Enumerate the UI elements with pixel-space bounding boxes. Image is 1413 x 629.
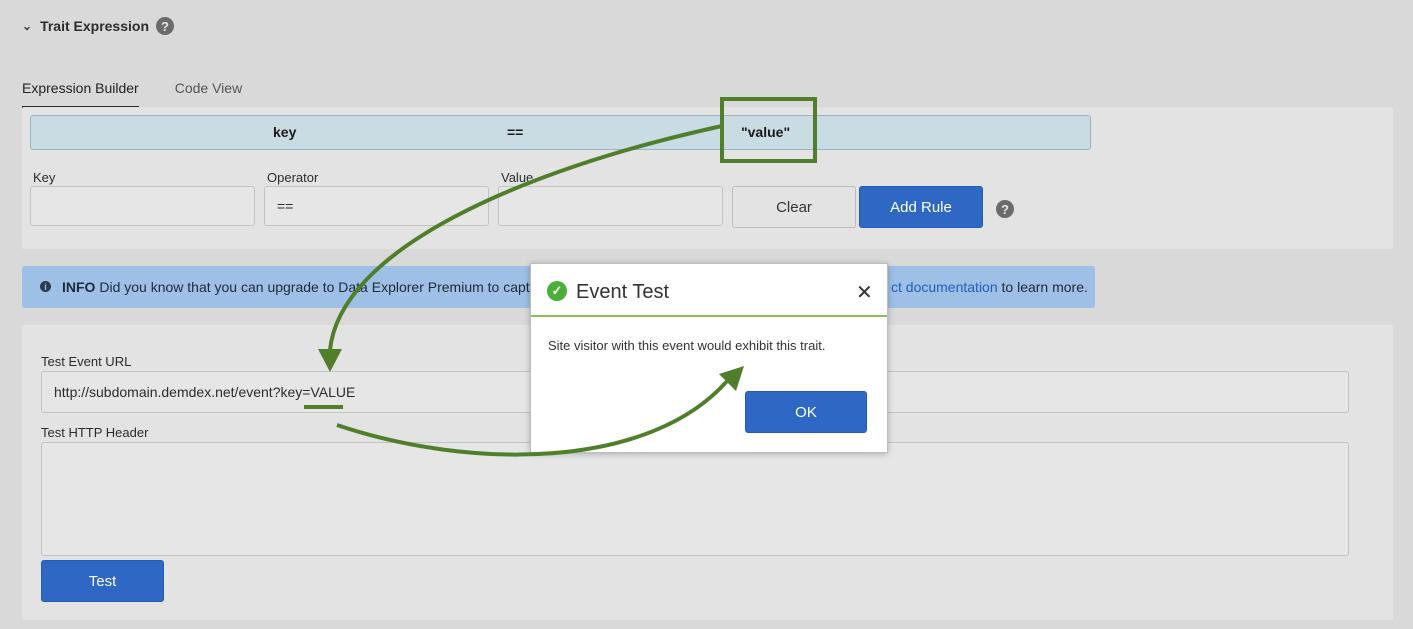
info-tail-text: to learn more.: [1001, 279, 1088, 295]
event-test-dialog: ✓ Event Test ✕ Site visitor with this ev…: [530, 263, 888, 453]
operator-selected-value: ==: [277, 198, 294, 214]
test-url-label: Test Event URL: [41, 354, 132, 369]
tab-code-view[interactable]: Code View: [175, 78, 242, 108]
expression-key: key: [273, 124, 297, 140]
ok-button[interactable]: OK: [745, 391, 867, 433]
page: ⌄ Trait Expression ? Expression Builder …: [0, 0, 1413, 629]
section-header[interactable]: ⌄ Trait Expression: [22, 15, 149, 37]
expression-builder-panel: key == "value" Key Operator == ⌄ Value C…: [22, 107, 1393, 249]
close-icon[interactable]: ✕: [856, 280, 873, 305]
dialog-message: Site visitor with this event would exhib…: [548, 338, 826, 353]
test-header-label: Test HTTP Header: [41, 425, 149, 440]
add-rule-button[interactable]: Add Rule: [859, 186, 983, 228]
test-header-textarea[interactable]: [41, 442, 1349, 556]
help-icon[interactable]: ?: [156, 17, 174, 35]
operator-label: Operator: [267, 170, 319, 185]
key-label: Key: [33, 170, 56, 185]
dialog-header: ✓ Event Test ✕: [531, 264, 887, 317]
info-message: Did you know that you can upgrade to Dat…: [99, 279, 550, 295]
chevron-down-icon: ⌄: [465, 199, 476, 213]
check-circle-icon: ✓: [547, 281, 567, 301]
expression-value: "value": [741, 124, 791, 140]
info-badge: INFO: [62, 279, 96, 295]
documentation-link[interactable]: ct documentation: [891, 279, 998, 295]
expression-rule-row[interactable]: key == "value": [30, 115, 1091, 150]
clear-button[interactable]: Clear: [732, 186, 856, 228]
value-input[interactable]: [498, 186, 723, 226]
expression-operator: ==: [507, 124, 524, 140]
test-button[interactable]: Test: [41, 560, 164, 602]
chevron-down-icon[interactable]: ⌄: [22, 19, 32, 33]
key-input[interactable]: [30, 186, 255, 226]
tab-bar: Expression Builder Code View: [22, 78, 278, 108]
info-icon: i: [40, 281, 51, 292]
info-tail: ct documentation to learn more.: [891, 279, 1088, 295]
dialog-title: Event Test: [576, 281, 670, 303]
info-text: INFO Did you know that you can upgrade t…: [62, 279, 550, 295]
operator-select[interactable]: == ⌄: [264, 186, 489, 226]
section-title: Trait Expression: [40, 18, 149, 34]
value-label: Value: [501, 170, 534, 185]
tab-expression-builder[interactable]: Expression Builder: [22, 78, 139, 108]
help-icon[interactable]: ?: [996, 200, 1014, 218]
